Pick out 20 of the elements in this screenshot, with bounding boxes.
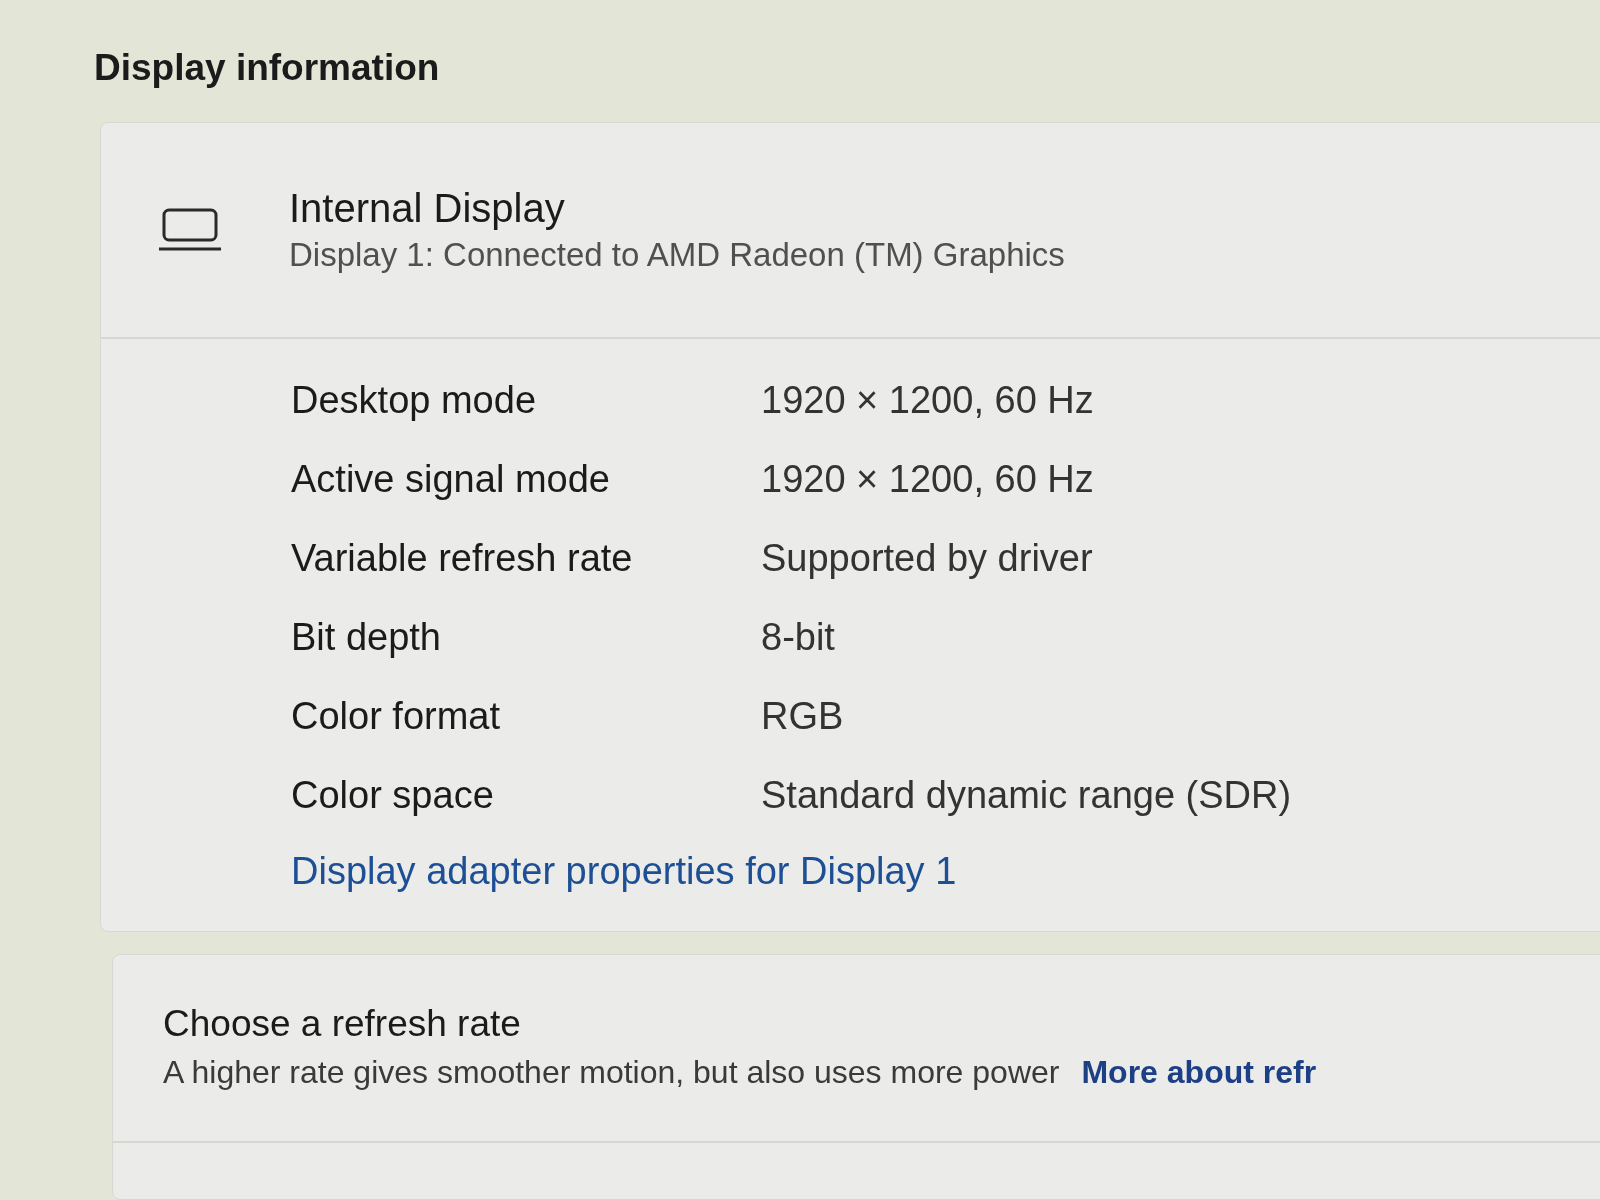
laptop-icon: [159, 208, 221, 252]
refresh-rate-title: Choose a refresh rate: [163, 1002, 521, 1046]
property-value: 1920 × 1200, 60 Hz: [761, 457, 1094, 502]
refresh-rate-link[interactable]: More about refr: [1081, 1049, 1317, 1095]
property-label: Color space: [291, 773, 495, 818]
property-value: Standard dynamic range (SDR): [761, 773, 1292, 818]
display-description: Display 1: Connected to AMD Radeon (TM) Graphics: [289, 235, 1065, 275]
property-label: Color format: [291, 694, 502, 739]
property-label: Bit depth: [291, 615, 442, 660]
property-value: 8-bit: [761, 615, 835, 660]
property-value: Supported by driver: [761, 536, 1093, 581]
property-value: RGB: [761, 694, 844, 739]
property-label: Variable refresh rate: [291, 536, 634, 581]
property-label: Active signal mode: [291, 457, 611, 502]
property-value: 1920 × 1200, 60 Hz: [761, 378, 1094, 423]
refresh-rate-description: A higher rate gives smoother motion, but also uses more power: [163, 1053, 1060, 1092]
section-title: Display information: [94, 46, 440, 90]
adapter-properties-link[interactable]: Display adapter properties for Display 1: [291, 841, 957, 901]
display-name: Internal Display: [289, 185, 565, 232]
property-label: Desktop mode: [291, 378, 537, 423]
